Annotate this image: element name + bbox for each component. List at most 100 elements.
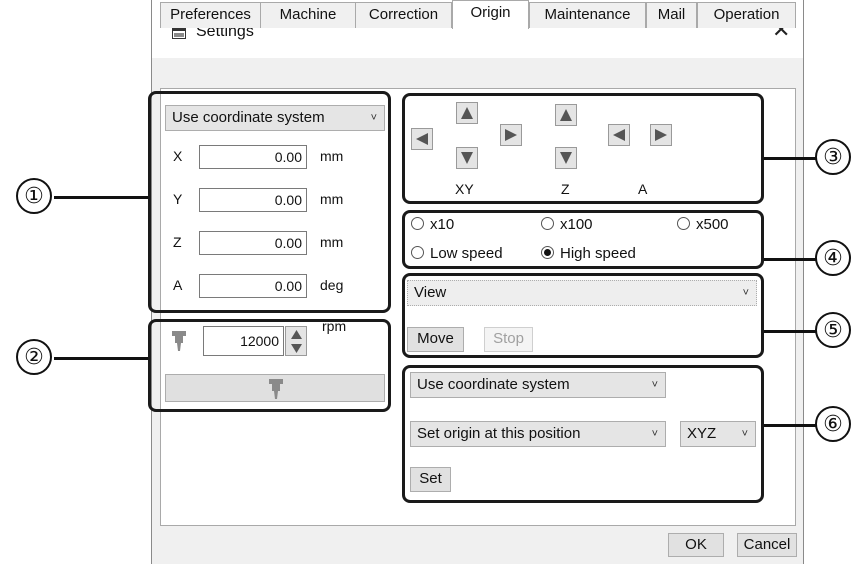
- jog-z-plus-button[interactable]: [555, 104, 577, 126]
- tab-label: Origin: [470, 4, 511, 21]
- chevron-down-icon: ˅: [742, 287, 749, 299]
- a-coordinate-input[interactable]: 0.00: [199, 274, 307, 298]
- origin-action-value: Set origin at this position: [417, 425, 581, 442]
- radio-off-icon: [677, 217, 690, 230]
- x-axis-label: X: [173, 148, 183, 164]
- step-x100-radio[interactable]: x100: [541, 216, 593, 234]
- chevron-down-icon: ˅: [741, 428, 748, 440]
- origin-axes-select[interactable]: XYZ ˅: [680, 421, 756, 447]
- y-unit-label: mm: [320, 191, 344, 207]
- origin-coordinate-system-select[interactable]: Use coordinate system ˅: [410, 372, 666, 398]
- tab-preferences[interactable]: Preferences: [160, 2, 261, 28]
- marker-5: ⑤: [815, 312, 851, 348]
- a-axis-label: A: [173, 277, 183, 293]
- tab-machine[interactable]: Machine: [260, 2, 356, 28]
- radio-label: x10: [430, 216, 455, 233]
- cancel-button[interactable]: Cancel: [737, 533, 797, 557]
- spindle-toggle-button[interactable]: [165, 374, 385, 402]
- radio-off-icon: [411, 217, 424, 230]
- set-origin-button[interactable]: Set: [410, 467, 451, 492]
- marker-1: ①: [16, 178, 52, 214]
- x-coordinate-input[interactable]: 0.00: [199, 145, 307, 169]
- coordinate-system-select[interactable]: Use coordinate system ˅: [165, 105, 385, 131]
- spindle-icon: [269, 379, 283, 399]
- tab-label: Correction: [368, 6, 439, 23]
- tab-label: Preferences: [170, 6, 251, 23]
- spindle-icon: [172, 331, 186, 351]
- triangle-down-icon: [560, 152, 572, 164]
- tab-correction[interactable]: Correction: [355, 2, 452, 28]
- triangle-down-icon: [461, 152, 473, 164]
- jog-z-label: Z: [561, 181, 570, 197]
- origin-action-select[interactable]: Set origin at this position ˅: [410, 421, 666, 447]
- radio-label: Low speed: [430, 245, 503, 262]
- z-axis-label: Z: [173, 234, 182, 250]
- triangle-up-icon: [560, 109, 572, 121]
- x-unit-label: mm: [320, 148, 344, 164]
- triangle-left-icon: [613, 129, 625, 141]
- chevron-down-icon: ˅: [651, 428, 658, 440]
- tab-label: Operation: [713, 6, 780, 23]
- high-speed-radio[interactable]: High speed: [541, 245, 636, 263]
- radio-label: High speed: [560, 245, 636, 262]
- marker-3-leader: [764, 157, 819, 160]
- marker-2-leader: [54, 357, 148, 360]
- marker-4: ④: [815, 240, 851, 276]
- tab-label: Mail: [657, 6, 686, 23]
- radio-label: x100: [560, 216, 593, 233]
- marker-5-leader: [764, 330, 819, 333]
- spin-up-icon[interactable]: [291, 330, 302, 339]
- marker-4-leader: [764, 258, 819, 261]
- chevron-down-icon: ˅: [370, 112, 377, 124]
- view-select[interactable]: View ˅: [407, 280, 757, 306]
- tab-maintenance[interactable]: Maintenance: [529, 2, 646, 28]
- radio-off-icon: [411, 246, 424, 259]
- jog-x-plus-button[interactable]: [500, 124, 522, 146]
- marker-2: ②: [16, 339, 52, 375]
- jog-a-minus-button[interactable]: [608, 124, 630, 146]
- low-speed-radio[interactable]: Low speed: [411, 245, 503, 263]
- move-button[interactable]: Move: [407, 327, 464, 352]
- triangle-right-icon: [505, 129, 517, 141]
- marker-6-leader: [764, 424, 819, 427]
- radio-off-icon: [541, 217, 554, 230]
- spindle-unit-label: rpm: [322, 318, 347, 334]
- jog-x-minus-button[interactable]: [411, 128, 433, 150]
- origin-axes-value: XYZ: [687, 425, 717, 442]
- step-x10-radio[interactable]: x10: [411, 216, 454, 234]
- tab-label: Maintenance: [544, 6, 631, 23]
- origin-coordinate-system-value: Use coordinate system: [417, 376, 570, 393]
- coordinate-system-value: Use coordinate system: [172, 109, 325, 126]
- a-unit-label: deg: [320, 277, 344, 293]
- triangle-left-icon: [416, 133, 428, 145]
- settings-window-icon: [172, 27, 186, 39]
- triangle-up-icon: [461, 107, 473, 119]
- z-coordinate-input[interactable]: 0.00: [199, 231, 307, 255]
- tab-origin[interactable]: Origin: [452, 0, 529, 29]
- jog-y-plus-button[interactable]: [456, 102, 478, 124]
- spindle-speed-input[interactable]: 12000: [203, 326, 284, 356]
- radio-label: x500: [696, 216, 729, 233]
- y-axis-label: Y: [173, 191, 183, 207]
- tab-label: Machine: [279, 6, 337, 23]
- marker-6: ⑥: [815, 406, 851, 442]
- jog-a-plus-button[interactable]: [650, 124, 672, 146]
- ok-button[interactable]: OK: [668, 533, 724, 557]
- tab-mail[interactable]: Mail: [646, 2, 697, 28]
- z-unit-label: mm: [320, 234, 344, 250]
- jog-y-minus-button[interactable]: [456, 147, 478, 169]
- view-select-value: View: [414, 284, 447, 301]
- radio-on-icon: [541, 246, 554, 259]
- y-coordinate-input[interactable]: 0.00: [199, 188, 307, 212]
- spin-down-icon[interactable]: [291, 344, 302, 353]
- jog-xy-label: XY: [455, 181, 474, 197]
- jog-z-minus-button[interactable]: [555, 147, 577, 169]
- spindle-speed-spinner[interactable]: [285, 326, 307, 356]
- tab-operation[interactable]: Operation: [697, 2, 796, 28]
- chevron-down-icon: ˅: [651, 379, 658, 391]
- step-x500-radio[interactable]: x500: [677, 216, 729, 234]
- marker-3: ③: [815, 139, 851, 175]
- stop-button[interactable]: Stop: [484, 327, 533, 352]
- jog-a-label: A: [638, 181, 648, 197]
- triangle-right-icon: [655, 129, 667, 141]
